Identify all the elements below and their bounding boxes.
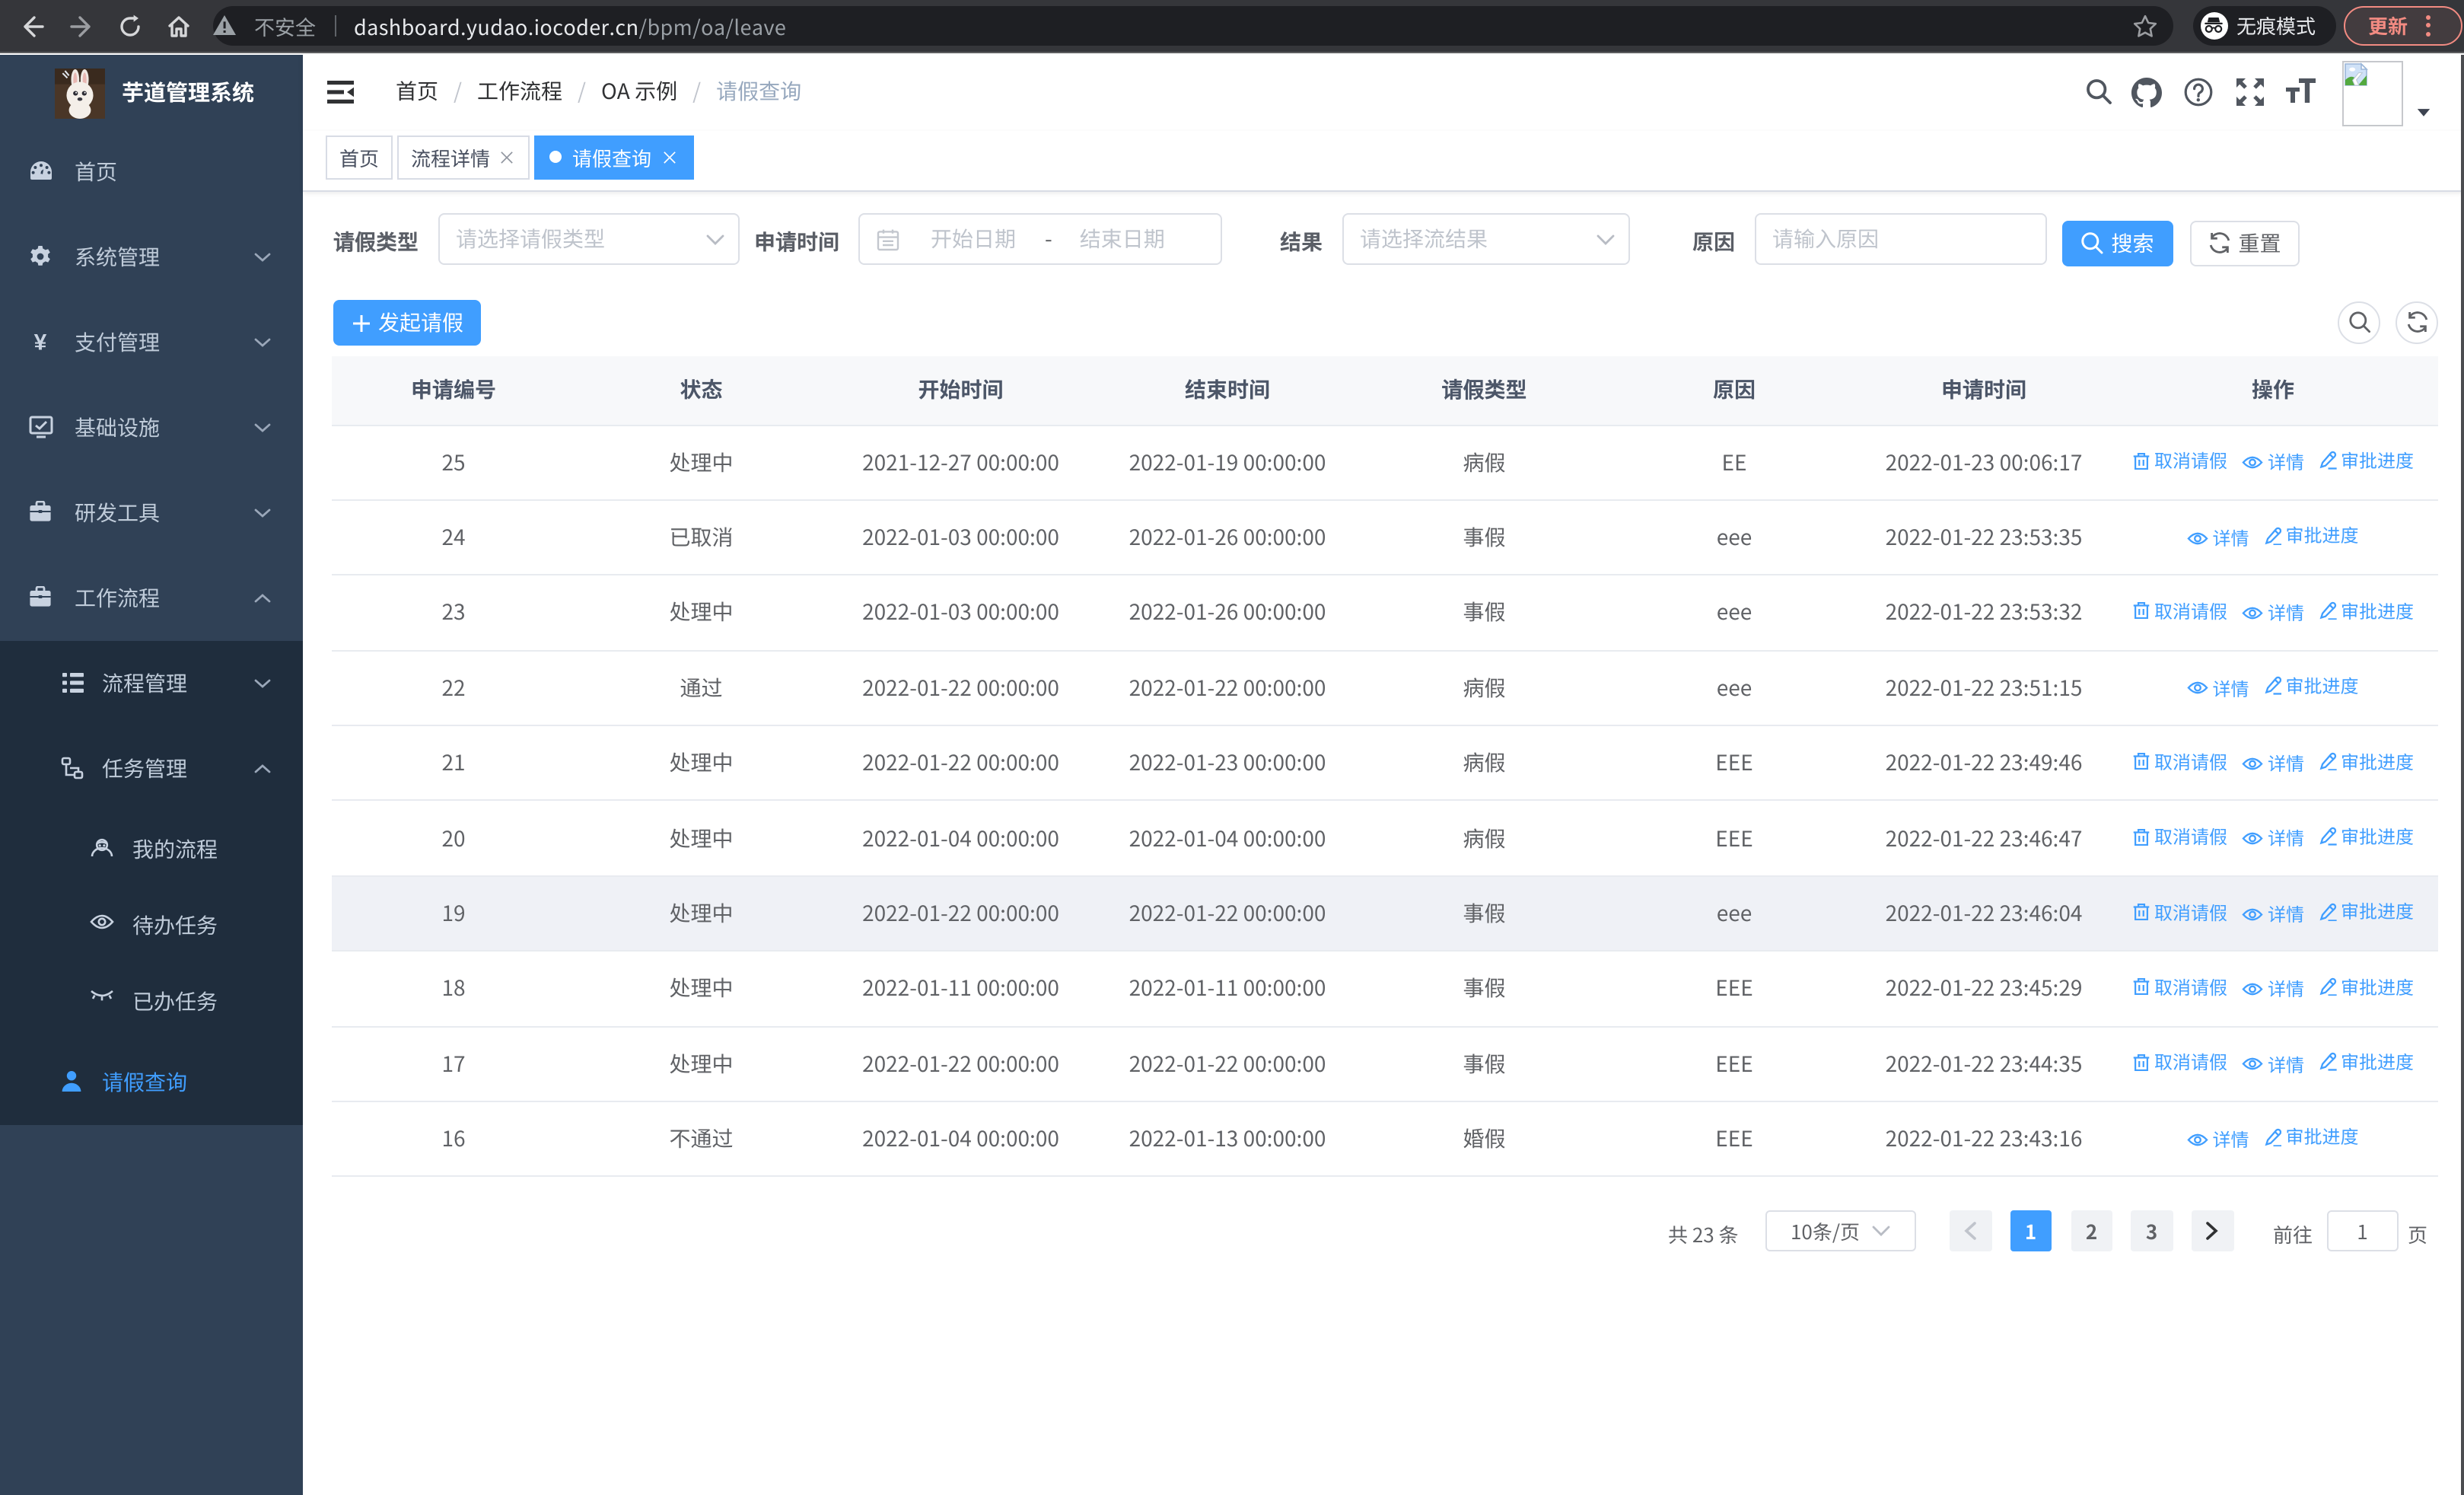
svg-text:¥: ¥ [34,330,47,353]
